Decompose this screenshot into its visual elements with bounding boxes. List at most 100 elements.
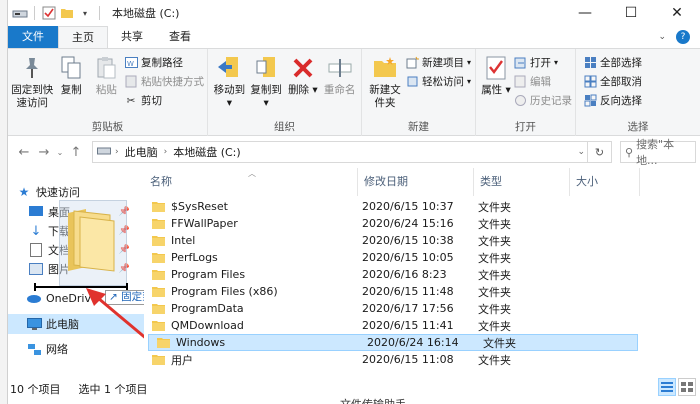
- select-none-icon: [583, 75, 597, 89]
- toolbar-divider: [34, 6, 35, 20]
- select-none-button[interactable]: 全部取消: [583, 73, 642, 90]
- table-row[interactable]: PerfLogs 2020/6/15 10:05 文件夹: [144, 249, 700, 266]
- file-date: 2020/6/15 10:05: [362, 251, 454, 264]
- cut-button[interactable]: ✂ 剪切: [124, 92, 204, 109]
- move-to-label: 移动到 ▾: [213, 84, 246, 109]
- new-folder-icon[interactable]: [59, 5, 75, 21]
- copy-to-label: 复制到 ▾: [250, 84, 282, 109]
- file-name: $SysReset: [171, 200, 228, 213]
- quick-access-toolbar: ▾: [8, 0, 104, 26]
- file-date: 2020/6/24 15:16: [362, 217, 454, 230]
- table-row[interactable]: ProgramData 2020/6/17 17:56 文件夹: [144, 300, 700, 317]
- large-icons-view-icon[interactable]: [678, 378, 696, 396]
- group-new: 新建文件夹 新建项目 ▾ 轻松访问 ▾ 新建: [362, 49, 476, 136]
- copy-icon: [57, 54, 85, 82]
- history-label: 历史记录: [530, 95, 572, 107]
- drive-icon[interactable]: [12, 5, 28, 21]
- forward-arrow-icon[interactable]: →: [34, 145, 54, 160]
- invert-selection-button[interactable]: 反向选择: [583, 92, 642, 109]
- open-icon: [513, 56, 527, 70]
- copy-path-button[interactable]: W 复制路径: [124, 54, 204, 71]
- close-button[interactable]: ✕: [654, 0, 700, 26]
- pin-icon: [18, 54, 46, 82]
- file-name: ProgramData: [171, 302, 244, 315]
- file-type: 文件夹: [478, 217, 511, 231]
- group-select: 全部选择 全部取消 反向选择 选择: [576, 49, 700, 136]
- move-to-icon: [215, 54, 243, 82]
- history-button[interactable]: 历史记录: [513, 92, 572, 109]
- file-name-cell: ProgramData: [152, 302, 244, 315]
- select-all-icon: [583, 56, 597, 70]
- file-date: 2020/6/16 8:23: [362, 268, 447, 281]
- properties-label: 属性 ▾: [481, 84, 511, 96]
- expand-ribbon-icon[interactable]: ⌄: [658, 32, 666, 42]
- table-row[interactable]: Program Files 2020/6/16 8:23 文件夹: [144, 266, 700, 283]
- help-icon[interactable]: ?: [676, 30, 690, 44]
- background-window-text: 文件传输助手: [340, 396, 406, 404]
- invert-selection-icon: [583, 94, 597, 108]
- up-arrow-icon[interactable]: ↑: [66, 145, 86, 160]
- recent-locations-icon[interactable]: ⌄: [54, 148, 66, 157]
- new-item-label: 新建项目: [422, 57, 464, 69]
- breadcrumb-this-pc[interactable]: 此电脑: [125, 144, 158, 160]
- window-title: 本地磁盘 (C:): [112, 7, 180, 20]
- table-row[interactable]: Windows 2020/6/24 16:14 文件夹: [148, 334, 638, 351]
- cloud-icon: [26, 290, 42, 306]
- nav-quick-access[interactable]: ★ 快速访问: [16, 182, 152, 202]
- file-type: 文件夹: [478, 353, 511, 367]
- table-row[interactable]: FFWallPaper 2020/6/24 15:16 文件夹: [144, 215, 700, 232]
- tab-view[interactable]: 查看: [156, 26, 204, 48]
- column-headers: 名称 ︿ 修改日期 类型 大小: [144, 168, 700, 196]
- edit-button[interactable]: 编辑: [513, 73, 572, 90]
- tab-home[interactable]: 主页: [58, 26, 108, 48]
- address-dropdown-icon[interactable]: ⌄: [577, 142, 585, 162]
- minimize-button[interactable]: —: [562, 0, 608, 26]
- select-all-button[interactable]: 全部选择: [583, 54, 642, 71]
- file-type: 文件夹: [478, 200, 511, 214]
- search-box[interactable]: ⚲ 搜索"本地...: [620, 138, 696, 167]
- refresh-icon[interactable]: ↻: [587, 142, 611, 162]
- qat-dropdown-icon[interactable]: ▾: [77, 5, 93, 21]
- file-name: PerfLogs: [171, 251, 218, 264]
- table-row[interactable]: QMDownload 2020/6/15 11:41 文件夹: [144, 317, 700, 334]
- open-button[interactable]: 打开 ▾: [513, 54, 572, 71]
- back-arrow-icon[interactable]: ←: [14, 145, 34, 160]
- folder-icon: [152, 236, 165, 246]
- table-row[interactable]: Intel 2020/6/15 10:38 文件夹: [144, 232, 700, 249]
- column-type[interactable]: 类型: [474, 168, 570, 196]
- network-label: 网络: [46, 343, 68, 356]
- ribbon: 固定到快速访问 复制 粘贴 W 复制路径 粘贴快捷方式 ✂ 剪切 剪贴板 移动到…: [8, 48, 700, 136]
- tab-file[interactable]: 文件: [8, 26, 58, 48]
- address-bar[interactable]: › 此电脑 › 本地磁盘 (C:) ⌄ ↻: [92, 141, 612, 163]
- clipboard-group-label: 剪贴板: [91, 121, 124, 133]
- file-type: 文件夹: [478, 302, 511, 316]
- file-date: 2020/6/15 11:48: [362, 285, 454, 298]
- chevron-right-icon[interactable]: ›: [164, 147, 168, 157]
- maximize-button[interactable]: ☐: [608, 0, 654, 26]
- paste-shortcut-button[interactable]: 粘贴快捷方式: [124, 73, 204, 90]
- column-size[interactable]: 大小: [570, 168, 640, 196]
- column-date[interactable]: 修改日期: [358, 168, 474, 196]
- properties-check-icon[interactable]: [41, 5, 57, 21]
- tab-share[interactable]: 共享: [108, 26, 156, 48]
- folder-icon: [152, 219, 165, 229]
- new-item-button[interactable]: 新建项目 ▾: [405, 54, 471, 71]
- file-type: 文件夹: [478, 268, 511, 282]
- pictures-icon: [28, 261, 44, 277]
- organize-group-label: 组织: [274, 121, 295, 133]
- table-row[interactable]: 用户 2020/6/15 11:08 文件夹: [144, 351, 700, 368]
- rename-label: 重命名: [323, 84, 356, 96]
- easy-access-button[interactable]: 轻松访问 ▾: [405, 73, 471, 90]
- file-date: 2020/6/15 11:08: [362, 353, 454, 366]
- file-name: Program Files: [171, 268, 246, 281]
- chevron-right-icon[interactable]: ›: [115, 147, 119, 157]
- history-icon: [513, 94, 527, 108]
- breadcrumb-local-disk[interactable]: 本地磁盘 (C:): [173, 144, 240, 160]
- details-view-icon[interactable]: [658, 378, 676, 396]
- table-row[interactable]: $SysReset 2020/6/15 10:37 文件夹: [144, 198, 700, 215]
- background-window-edge: [0, 0, 8, 404]
- copy-path-icon: W: [124, 56, 138, 70]
- properties-icon: [482, 54, 510, 82]
- table-row[interactable]: Program Files (x86) 2020/6/15 11:48 文件夹: [144, 283, 700, 300]
- file-date: 2020/6/15 10:37: [362, 200, 454, 213]
